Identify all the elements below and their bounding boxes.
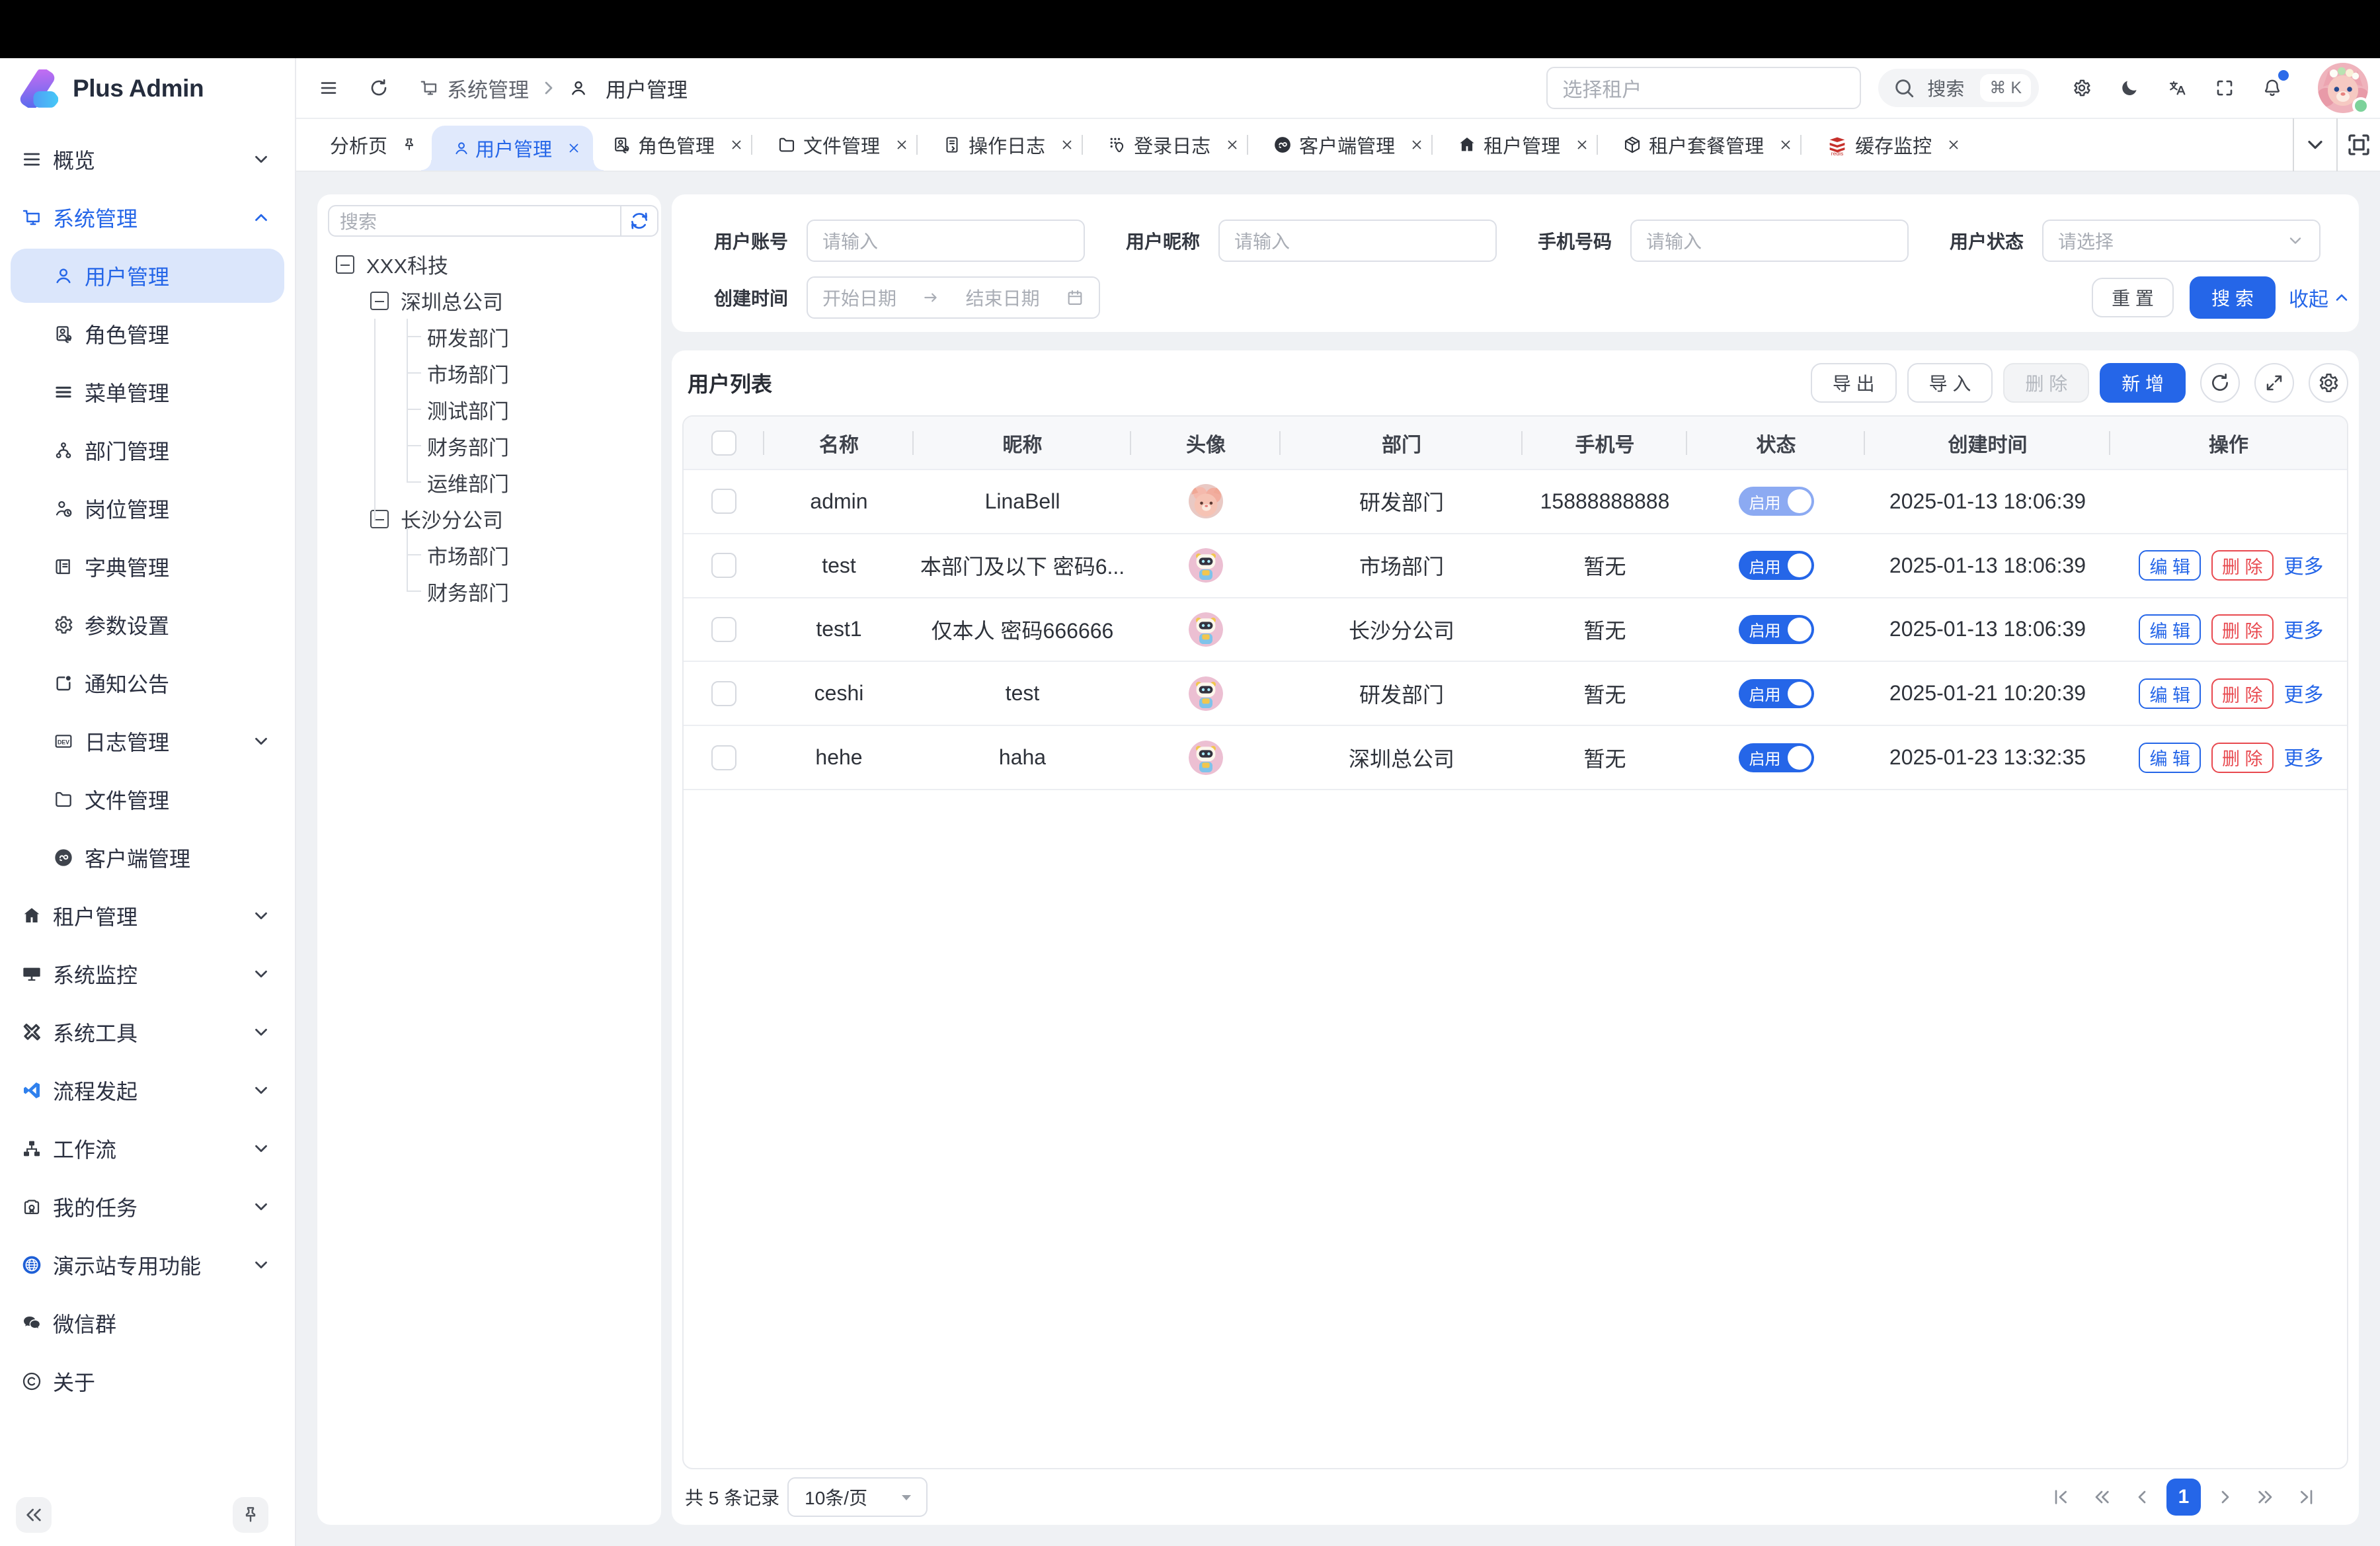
svg-text:DEV: DEV	[58, 739, 69, 745]
svg-text:redis: redis	[1831, 150, 1843, 156]
